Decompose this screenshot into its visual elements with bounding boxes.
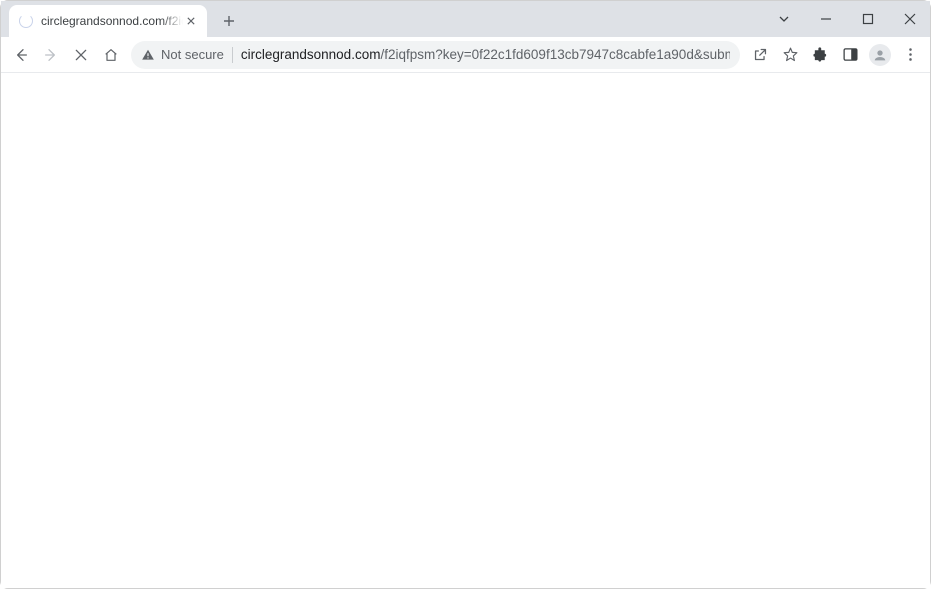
menu-button[interactable] bbox=[896, 41, 924, 69]
page-content bbox=[1, 73, 930, 588]
divider bbox=[232, 47, 233, 63]
bookmark-button[interactable] bbox=[776, 41, 804, 69]
close-icon bbox=[73, 47, 89, 63]
close-tab-button[interactable] bbox=[183, 13, 199, 29]
side-panel-icon bbox=[842, 46, 859, 63]
new-tab-button[interactable] bbox=[215, 7, 243, 35]
window-close-button[interactable] bbox=[896, 5, 924, 33]
maximize-button[interactable] bbox=[854, 5, 882, 33]
person-icon bbox=[872, 47, 888, 63]
profile-button[interactable] bbox=[866, 41, 894, 69]
tabs-dropdown-button[interactable] bbox=[770, 5, 798, 33]
star-icon bbox=[782, 46, 799, 63]
extensions-button[interactable] bbox=[806, 41, 834, 69]
share-button[interactable] bbox=[746, 41, 774, 69]
puzzle-icon bbox=[812, 46, 829, 63]
toolbar: Not secure circlegrandsonnod.com/f2iqfps… bbox=[1, 37, 930, 73]
arrow-right-icon bbox=[43, 47, 59, 63]
browser-tab[interactable]: circlegrandsonnod.com/f2iqfpsm bbox=[9, 5, 207, 37]
back-button[interactable] bbox=[7, 41, 35, 69]
titlebar: circlegrandsonnod.com/f2iqfpsm bbox=[1, 1, 930, 37]
maximize-icon bbox=[862, 13, 874, 25]
window-controls bbox=[770, 1, 924, 37]
close-icon bbox=[187, 17, 195, 25]
security-indicator[interactable]: Not secure bbox=[141, 47, 224, 62]
url-host: circlegrandsonnod.com bbox=[241, 47, 381, 62]
security-label: Not secure bbox=[161, 47, 224, 62]
home-button[interactable] bbox=[97, 41, 125, 69]
warning-icon bbox=[141, 48, 155, 62]
stop-button[interactable] bbox=[67, 41, 95, 69]
tab-title: circlegrandsonnod.com/f2iqfpsm bbox=[41, 14, 183, 28]
avatar bbox=[869, 44, 891, 66]
side-panel-button[interactable] bbox=[836, 41, 864, 69]
share-icon bbox=[752, 46, 769, 63]
chevron-down-icon bbox=[778, 13, 790, 25]
minimize-icon bbox=[820, 13, 832, 25]
url-path: /f2iqfpsm?key=0f22c1fd609f13cb7947c8cabf… bbox=[380, 47, 730, 62]
minimize-button[interactable] bbox=[812, 5, 840, 33]
forward-button[interactable] bbox=[37, 41, 65, 69]
toolbar-actions bbox=[746, 41, 924, 69]
plus-icon bbox=[223, 15, 235, 27]
url-text: circlegrandsonnod.com/f2iqfpsm?key=0f22c… bbox=[241, 47, 730, 62]
more-vertical-icon bbox=[902, 46, 919, 63]
loading-spinner-icon bbox=[19, 14, 33, 28]
address-bar[interactable]: Not secure circlegrandsonnod.com/f2iqfps… bbox=[131, 41, 740, 69]
arrow-left-icon bbox=[13, 47, 29, 63]
close-icon bbox=[904, 13, 916, 25]
home-icon bbox=[103, 47, 119, 63]
